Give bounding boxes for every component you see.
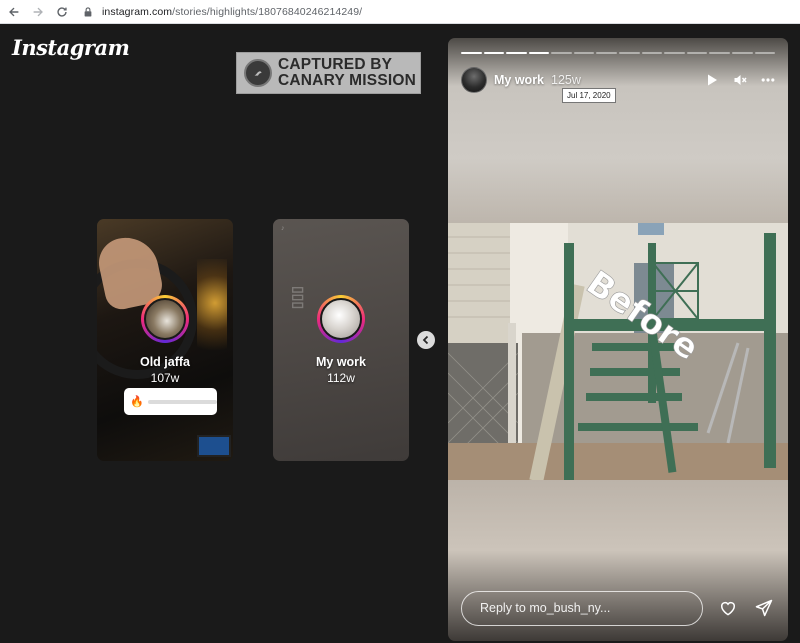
story-controls (705, 73, 775, 87)
progress-segment (551, 52, 572, 54)
progress-segment (731, 52, 753, 54)
progress-segment (709, 52, 730, 54)
progress-segment (619, 52, 640, 54)
progress-segment (461, 52, 482, 54)
progress-segment (506, 52, 527, 54)
reply-bar (461, 590, 775, 626)
progress-segment (754, 52, 776, 54)
story-username[interactable]: My work (494, 73, 544, 87)
active-story[interactable]: My work 125w Before Reply to mo_bush_ny.… (448, 38, 788, 641)
more-icon[interactable] (761, 73, 775, 87)
progress-segment (528, 52, 550, 54)
backyard-stairs-image: Before (448, 223, 788, 480)
progress-segment (573, 52, 595, 54)
watermark-text: CAPTURED BY CANARY MISSION (278, 57, 416, 89)
story-photo: Before (448, 223, 788, 480)
dashboard-screen-image (197, 435, 231, 457)
watermark-line2: CANARY MISSION (278, 72, 417, 89)
url-host: instagram.com (102, 5, 173, 18)
progress-segment (483, 52, 505, 54)
highlight-title: Old jaffa (139, 355, 190, 369)
story-progress-bar (461, 52, 776, 54)
highlight-preview-my-work[interactable]: ♪ ▯▯▯ My work 112w (273, 219, 409, 461)
canary-seal-icon (244, 59, 272, 87)
arrow-right-icon[interactable] (28, 2, 48, 22)
browser-toolbar: instagram.com/stories/highlights/1807684… (0, 0, 800, 24)
highlight-avatar (317, 295, 365, 343)
highlight-age: 107w (150, 371, 180, 385)
send-icon[interactable] (753, 597, 775, 619)
highlight-avatar (141, 295, 189, 343)
avatar[interactable] (461, 67, 487, 93)
progress-segment (664, 52, 685, 54)
highlight-age: 112w (327, 371, 355, 385)
slider-track (147, 399, 217, 404)
tiktok-watermark-icon: ♪ (281, 225, 285, 232)
lock-icon[interactable] (82, 5, 96, 19)
story-age: 125w (551, 73, 581, 87)
chevron-left-icon (422, 335, 429, 345)
previous-story-button[interactable] (417, 331, 435, 349)
heart-icon[interactable] (717, 597, 739, 619)
progress-segment (641, 52, 663, 54)
instagram-logo[interactable]: Instagram (12, 35, 130, 60)
play-icon[interactable] (705, 73, 719, 87)
fire-emoji-icon: 🔥 (130, 396, 144, 408)
url-path: /stories/highlights/18076840246214249/ (172, 5, 363, 18)
ambient-lights-image (197, 259, 227, 369)
highlight-preview-old-jaffa[interactable]: Old jaffa 107w 🔥 (97, 219, 233, 461)
reload-icon[interactable] (52, 2, 72, 22)
highlight-title: My work (315, 355, 366, 369)
progress-segment (686, 52, 708, 54)
emoji-slider-sticker: 🔥 (124, 388, 217, 415)
progress-segment (596, 52, 618, 54)
address-bar[interactable]: instagram.com/stories/highlights/1807684… (102, 6, 362, 18)
mute-icon[interactable] (733, 73, 747, 87)
timestamp-tooltip: Jul 17, 2020 (562, 88, 616, 103)
box-print-image: ▯▯▯ (291, 285, 308, 310)
watermark-line1: CAPTURED BY (278, 56, 393, 73)
reply-input[interactable] (461, 590, 704, 626)
canary-mission-watermark: CAPTURED BY CANARY MISSION (236, 52, 421, 94)
arrow-left-icon[interactable] (4, 2, 24, 22)
story-header: My work 125w (461, 66, 775, 94)
story-viewer-page: Instagram CAPTURED BY CANARY MISSION Old… (0, 25, 800, 643)
